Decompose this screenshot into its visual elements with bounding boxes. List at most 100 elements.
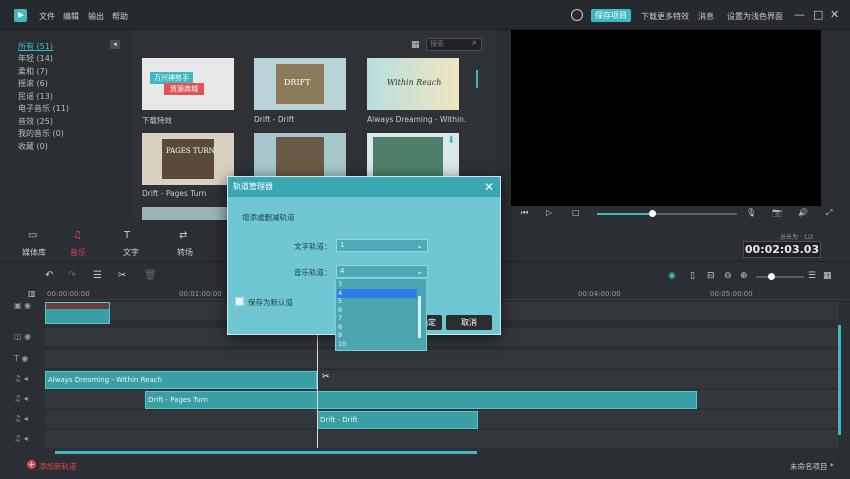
undo-icon[interactable]: ↶ [45, 270, 53, 281]
minimize-button[interactable]: — [794, 8, 805, 21]
music-track-select[interactable]: 4 ⌄ [336, 265, 428, 278]
project-name: 未命名项目 * [790, 462, 834, 471]
grid-icon[interactable]: ▦ [823, 271, 832, 281]
option-9[interactable]: 9 [337, 331, 417, 340]
light-theme-link[interactable]: 设置为浅色界面 [727, 11, 783, 22]
grid-view-icon[interactable]: ▦ [411, 40, 420, 50]
thumb-pages-turn[interactable]: PAGES TURN [142, 133, 234, 185]
messages-link[interactable]: 消息 [698, 11, 714, 22]
media-icon[interactable]: ▭ [28, 230, 37, 241]
library-item-all[interactable]: 所有 (51) [18, 41, 53, 52]
thumb-art-text: DRIFT [284, 78, 311, 87]
ruler-label: 00:01:00:00 [179, 290, 222, 298]
stop-icon[interactable]: □ [572, 208, 580, 217]
library-item-young[interactable]: 年轻 (14) [18, 53, 53, 64]
option-10[interactable]: 10 [337, 340, 417, 349]
tool-media[interactable]: 媒体库 [19, 247, 49, 258]
microphone-icon[interactable]: 🎙 [746, 208, 756, 217]
ruler-label: 00:00:00:00 [47, 290, 90, 298]
text-track-icon: T ◉ [14, 354, 29, 363]
volume-icon[interactable]: 🔊 [798, 208, 808, 217]
close-button[interactable]: ✕ [830, 8, 839, 21]
download-icon[interactable]: ⬇ [447, 135, 455, 146]
thumb-drift-drift[interactable]: DRIFT [254, 58, 346, 110]
adjust-icon[interactable]: ☰ [93, 270, 102, 281]
download-more-effects-link[interactable]: 下载更多特效 [641, 11, 689, 22]
search-icon[interactable]: ⌕ [472, 38, 477, 48]
scissors-icon[interactable]: ✂ [322, 372, 330, 382]
menu-help[interactable]: 帮助 [112, 11, 128, 22]
tool-music[interactable]: 音乐 [63, 247, 93, 258]
redo-icon[interactable]: ↷ [68, 270, 76, 281]
text-track-value: 1 [340, 241, 345, 249]
list-view-icon[interactable]: ☰ [808, 271, 816, 281]
option-7[interactable]: 7 [337, 314, 417, 323]
audio-clip-pages-turn[interactable]: Drift - Pages Turn [145, 391, 697, 409]
cut-icon[interactable]: ✂ [118, 270, 126, 281]
track-manager-icon[interactable]: ▥ [28, 289, 36, 298]
fit-icon[interactable]: ⊟ [707, 271, 715, 281]
menu-export[interactable]: 输出 [88, 11, 104, 22]
menu-file[interactable]: 文件 [39, 11, 55, 22]
add-track-icon[interactable]: + [27, 460, 36, 469]
option-3[interactable]: 3 [337, 280, 417, 289]
zoom-in-icon[interactable]: ⊕ [740, 271, 748, 281]
user-account-icon[interactable] [571, 9, 583, 21]
ruler-label: 00:04:00:00 [578, 290, 621, 298]
thumb-download-effects[interactable]: 万兴神剪手 资源商城 [142, 58, 234, 110]
dropdown-scrollbar[interactable] [418, 296, 421, 338]
tool-transition[interactable]: 转场 [170, 247, 200, 258]
library-item-folk[interactable]: 民谣 (13) [18, 91, 53, 102]
dialog-close-icon[interactable]: ✕ [484, 180, 494, 194]
timeline-vscrollbar[interactable] [838, 325, 841, 435]
library-item-electronic[interactable]: 电子音乐 (11) [18, 103, 69, 114]
tool-text[interactable]: 文字 [116, 247, 146, 258]
audio-track-icon: ♫ ◂ [14, 374, 28, 383]
snapshot-icon[interactable]: 📷 [772, 208, 782, 217]
step-back-icon[interactable]: ⏮ [521, 208, 528, 218]
fullscreen-icon[interactable]: ⤢ [826, 208, 832, 218]
app-logo-icon [14, 9, 27, 22]
transition-icon[interactable]: ⇄ [179, 230, 187, 241]
clip-label: Always Dreaming - Within Reach [48, 376, 163, 384]
marker-icon[interactable]: ▯ [690, 271, 695, 281]
play-icon[interactable]: ▷ [546, 208, 552, 217]
timeline-hscrollbar[interactable] [55, 451, 477, 454]
text-track-select[interactable]: 1 ⌄ [336, 239, 428, 252]
media-scrollbar[interactable] [476, 70, 478, 88]
collapse-panel-icon[interactable]: ◂ [110, 40, 120, 49]
text-icon[interactable]: T [124, 230, 130, 241]
thumb-art-text: 资源商城 [164, 83, 204, 95]
library-item-soft[interactable]: 柔和 (7) [18, 66, 48, 77]
save-project-button[interactable]: 保存项目 [591, 9, 631, 22]
music-icon[interactable]: ♫ [73, 230, 82, 241]
library-item-my-music[interactable]: 我的音乐 (0) [18, 128, 64, 139]
menu-edit[interactable]: 编辑 [63, 11, 79, 22]
render-icon[interactable]: ◉ [668, 271, 676, 281]
audio-clip-drift[interactable]: Drift - Drift [317, 411, 478, 429]
playback-progress [597, 213, 652, 215]
thumb-media-7[interactable] [142, 207, 234, 220]
maximize-button[interactable]: □ [813, 8, 823, 21]
library-item-favorites[interactable]: 收藏 (0) [18, 141, 48, 152]
audio-track-icon: ♫ ◂ [14, 414, 28, 423]
library-item-sound-effects[interactable]: 音效 (25) [18, 116, 53, 127]
cancel-button[interactable]: 取消 [446, 315, 492, 330]
option-5[interactable]: 5 [337, 297, 417, 306]
audio-clip-always-dreaming[interactable]: Always Dreaming - Within Reach [45, 371, 317, 389]
library-item-rock[interactable]: 摇滚 (6) [18, 78, 48, 89]
zoom-out-icon[interactable]: ⊖ [724, 271, 732, 281]
video-clip[interactable] [45, 302, 110, 324]
zoom-slider[interactable] [756, 276, 804, 278]
dialog-title: 轨道管理器 [228, 177, 500, 197]
thumb-art-text: Within Reach [387, 78, 442, 87]
thumb-always-dreaming[interactable]: Within Reach [367, 58, 459, 110]
zoom-knob[interactable] [768, 273, 775, 280]
audio-track-icon: ♫ ◂ [14, 394, 28, 403]
playback-knob[interactable] [649, 210, 656, 217]
save-default-checkbox[interactable] [235, 297, 244, 306]
clip-label: Drift - Pages Turn [148, 396, 208, 404]
delete-icon[interactable]: 🗑 [144, 270, 157, 281]
add-track-button[interactable]: 添加新轨道 [39, 461, 77, 472]
save-default-label: 保存为默认值 [248, 298, 293, 307]
